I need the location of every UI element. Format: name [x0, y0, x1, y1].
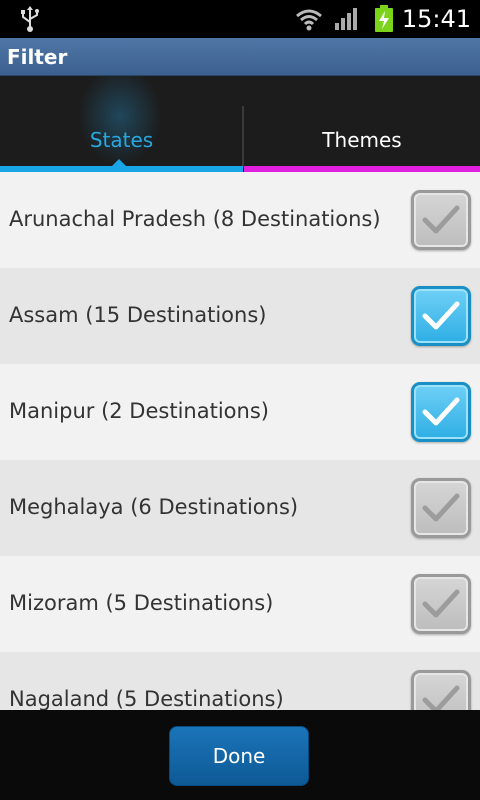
checkbox[interactable]	[411, 670, 471, 710]
list-item[interactable]: Mizoram (5 Destinations)	[0, 556, 480, 652]
check-icon	[422, 205, 460, 234]
list-item-label: Assam (15 Destinations)	[9, 303, 267, 327]
list-item-label: Manipur (2 Destinations)	[9, 399, 269, 423]
check-icon	[422, 589, 460, 618]
check-icon	[422, 685, 460, 710]
tab-states[interactable]: States	[0, 76, 243, 172]
tab-divider	[242, 106, 244, 168]
selected-tab-pointer	[111, 159, 127, 167]
page-title: Filter	[7, 45, 68, 69]
check-icon	[422, 397, 460, 426]
checkbox[interactable]	[411, 286, 471, 346]
check-icon	[422, 493, 460, 522]
check-icon	[422, 301, 460, 330]
clock: 15:41	[401, 5, 471, 33]
checkbox[interactable]	[411, 574, 471, 634]
list-item-label: Arunachal Pradesh (8 Destinations)	[9, 207, 381, 231]
usb-icon	[21, 6, 39, 32]
tab-states-label: States	[89, 128, 154, 152]
status-bar: 15:41	[0, 0, 480, 38]
done-button[interactable]: Done	[169, 726, 309, 786]
checkbox[interactable]	[411, 478, 471, 538]
tab-themes[interactable]: Themes	[244, 76, 480, 172]
signal-icon	[335, 8, 357, 30]
tab-themes-label: Themes	[322, 128, 402, 152]
checkbox[interactable]	[411, 190, 471, 250]
tab-bar: States Themes	[0, 76, 480, 172]
list-item[interactable]: Manipur (2 Destinations)	[0, 364, 480, 460]
list-item[interactable]: Meghalaya (6 Destinations)	[0, 460, 480, 556]
list-item-label: Nagaland (5 Destinations)	[9, 687, 284, 710]
list-item[interactable]: Assam (15 Destinations)	[0, 268, 480, 364]
list-item[interactable]: Nagaland (5 Destinations)	[0, 652, 480, 710]
list-item[interactable]: Arunachal Pradesh (8 Destinations)	[0, 172, 480, 268]
title-bar: Filter	[0, 38, 480, 76]
bottom-bar: Done	[0, 710, 480, 800]
battery-charging-icon	[375, 5, 393, 32]
list-item-label: Mizoram (5 Destinations)	[9, 591, 274, 615]
wifi-icon	[296, 9, 322, 31]
list-item-label: Meghalaya (6 Destinations)	[9, 495, 299, 519]
checkbox[interactable]	[411, 382, 471, 442]
states-list[interactable]: Arunachal Pradesh (8 Destinations) Assam…	[0, 172, 480, 710]
